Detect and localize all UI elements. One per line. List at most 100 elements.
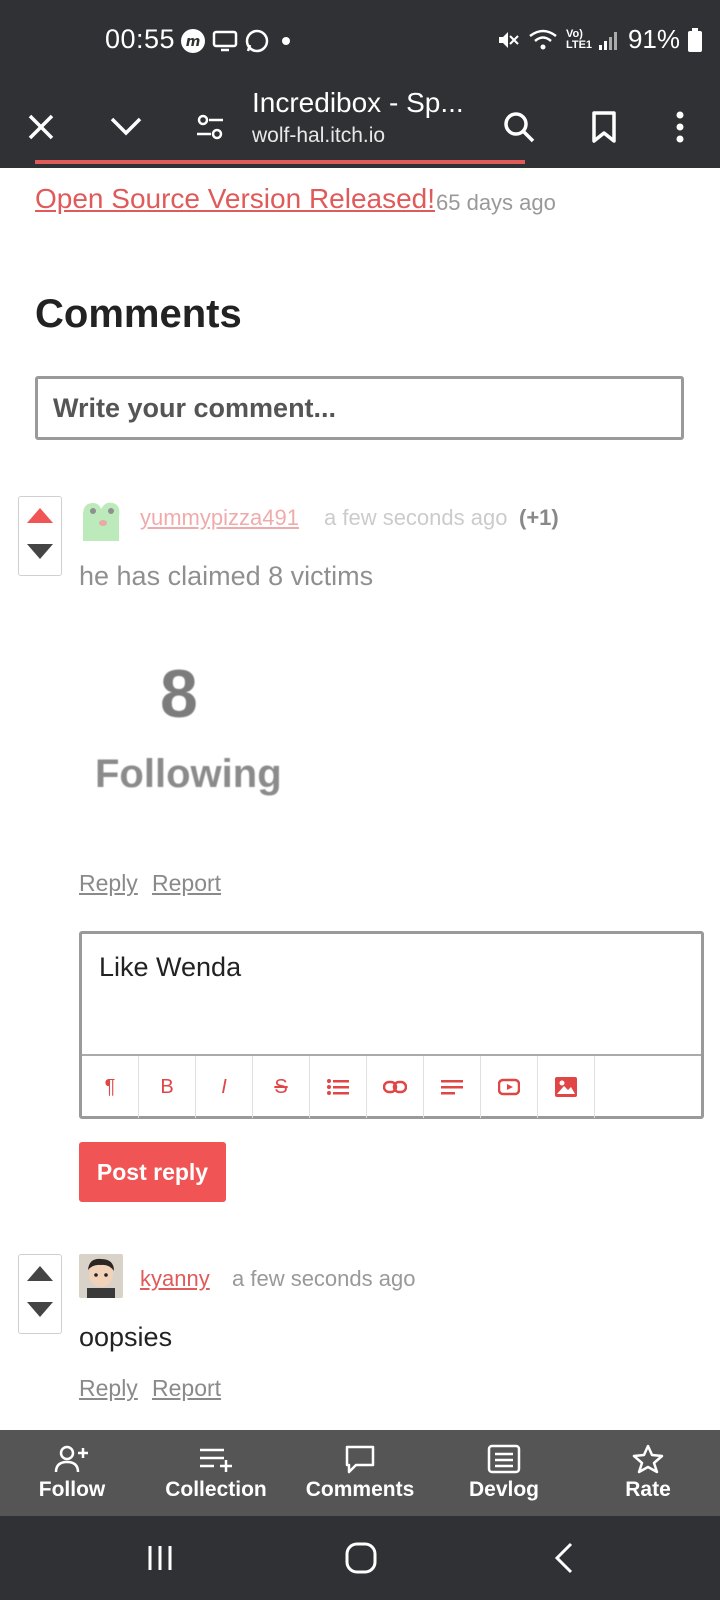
upvote-arrow-icon	[27, 1265, 53, 1281]
bold-icon: B	[160, 1075, 174, 1098]
add-to-list-icon	[200, 1448, 232, 1472]
bookmark-icon	[592, 111, 616, 143]
comment-username[interactable]: kyanny	[140, 1266, 210, 1292]
link-button[interactable]	[367, 1056, 424, 1118]
upvote-arrow-icon	[27, 507, 53, 523]
status-bar: 00:55 m Vo) LTE1 91%	[0, 0, 720, 86]
avatar[interactable]	[79, 497, 123, 541]
minimize-button[interactable]	[91, 86, 161, 168]
comment-image-number: 8	[160, 656, 198, 732]
star-icon	[632, 1444, 664, 1474]
paragraph-button[interactable]: ¶	[82, 1056, 139, 1118]
svg-text:m: m	[186, 34, 201, 50]
back-button[interactable]	[534, 1536, 594, 1580]
rate-tab-label: Rate	[625, 1478, 671, 1501]
devlog-tab[interactable]: Devlog	[432, 1430, 576, 1516]
notification-icons: m	[180, 28, 290, 54]
search-icon	[504, 112, 535, 143]
bookmark-button[interactable]	[569, 86, 639, 168]
devlog-post-age: 65 days ago	[436, 190, 556, 215]
align-button[interactable]	[424, 1056, 481, 1118]
comment-username[interactable]: yummypizza491	[140, 505, 299, 531]
vote-widget	[18, 1254, 62, 1334]
list-icon	[327, 1079, 349, 1095]
image-button[interactable]	[538, 1056, 595, 1118]
close-icon	[28, 114, 54, 140]
comment-time: a few seconds ago	[324, 505, 508, 530]
battery-percent: 91%	[627, 24, 680, 54]
comment-body: he has claimed 8 victims	[79, 561, 374, 591]
more-options-button[interactable]	[645, 86, 715, 168]
link-icon	[383, 1080, 407, 1094]
clipped-previous-line	[35, 160, 525, 168]
mute-icon	[498, 31, 519, 48]
newspaper-icon	[487, 1444, 521, 1474]
more-vertical-icon	[676, 111, 684, 143]
back-icon	[554, 1542, 573, 1574]
bold-button[interactable]: B	[139, 1056, 196, 1118]
avatar[interactable]	[79, 1254, 123, 1298]
reply-link[interactable]: Reply	[79, 1375, 138, 1402]
whatsapp-icon	[245, 29, 269, 53]
home-button[interactable]	[331, 1536, 391, 1580]
recents-icon	[148, 1546, 172, 1570]
sliders-icon	[197, 114, 223, 140]
reply-link[interactable]: Reply	[79, 870, 138, 897]
follow-tab[interactable]: Follow	[0, 1430, 144, 1516]
downvote-button[interactable]	[19, 533, 61, 569]
add-user-icon	[54, 1445, 88, 1473]
paragraph-icon: ¶	[104, 1075, 116, 1098]
site-settings-button[interactable]	[175, 86, 245, 168]
comment-score: (+1)	[519, 505, 559, 530]
list-button[interactable]	[310, 1056, 367, 1118]
bottom-tab-bar: Follow Collection Comments Devlog Rate	[0, 1430, 720, 1516]
strikethrough-icon: S	[274, 1075, 288, 1098]
downvote-arrow-icon	[27, 543, 53, 559]
chevron-down-icon	[110, 117, 142, 136]
italic-icon: I	[221, 1075, 227, 1098]
strikethrough-button[interactable]: S	[253, 1056, 310, 1118]
home-icon	[345, 1542, 377, 1574]
italic-button[interactable]: I	[196, 1056, 253, 1118]
comment-image-label: Following	[95, 752, 282, 796]
devlog-post-link[interactable]: Open Source Version Released!	[35, 183, 435, 215]
reply-editor-text[interactable]: Like Wenda	[99, 952, 241, 983]
rate-tab[interactable]: Rate	[576, 1430, 720, 1516]
collection-tab[interactable]: Collection	[144, 1430, 288, 1516]
downvote-arrow-icon	[27, 1301, 53, 1317]
write-comment-placeholder: Write your comment...	[53, 392, 337, 423]
recents-button[interactable]	[130, 1536, 190, 1580]
person-avatar-icon	[79, 1254, 123, 1298]
report-link[interactable]: Report	[152, 870, 221, 897]
comment-body: oopsies	[79, 1322, 173, 1352]
report-link[interactable]: Report	[152, 1375, 221, 1402]
browser-toolbar: Incredibox - Sp... wolf-hal.itch.io	[0, 86, 720, 168]
m-app-icon: m	[181, 29, 205, 53]
vote-widget	[18, 496, 62, 576]
page-url[interactable]: wolf-hal.itch.io	[252, 124, 385, 148]
upvote-button[interactable]	[19, 497, 61, 533]
video-icon	[498, 1078, 520, 1096]
downvote-button[interactable]	[19, 1291, 61, 1327]
system-navigation-bar	[0, 1516, 720, 1600]
upvote-button[interactable]	[19, 1255, 61, 1291]
network-type-label: Vo) LTE1	[565, 27, 593, 51]
write-comment-input[interactable]: Write your comment...	[35, 376, 684, 440]
follow-tab-label: Follow	[38, 1478, 106, 1501]
screen-icon	[212, 30, 238, 52]
image-icon	[555, 1077, 577, 1097]
comments-tab-label: Comments	[305, 1478, 415, 1501]
battery-icon	[688, 27, 702, 52]
reply-editor[interactable]: Like Wenda ¶ B I S	[79, 931, 704, 1119]
close-tab-button[interactable]	[6, 86, 76, 168]
editor-toolbar: ¶ B I S	[82, 1054, 701, 1118]
frog-avatar-icon	[83, 502, 120, 541]
more-notifications-dot	[282, 37, 290, 45]
comments-tab[interactable]: Comments	[288, 1430, 432, 1516]
page-title: Incredibox - Sp...	[252, 87, 464, 118]
video-button[interactable]	[481, 1056, 538, 1118]
search-button[interactable]	[484, 86, 554, 168]
system-icons: Vo) LTE1 91%	[496, 24, 702, 55]
post-reply-button[interactable]: Post reply	[79, 1142, 226, 1202]
comments-heading: Comments	[35, 292, 242, 336]
